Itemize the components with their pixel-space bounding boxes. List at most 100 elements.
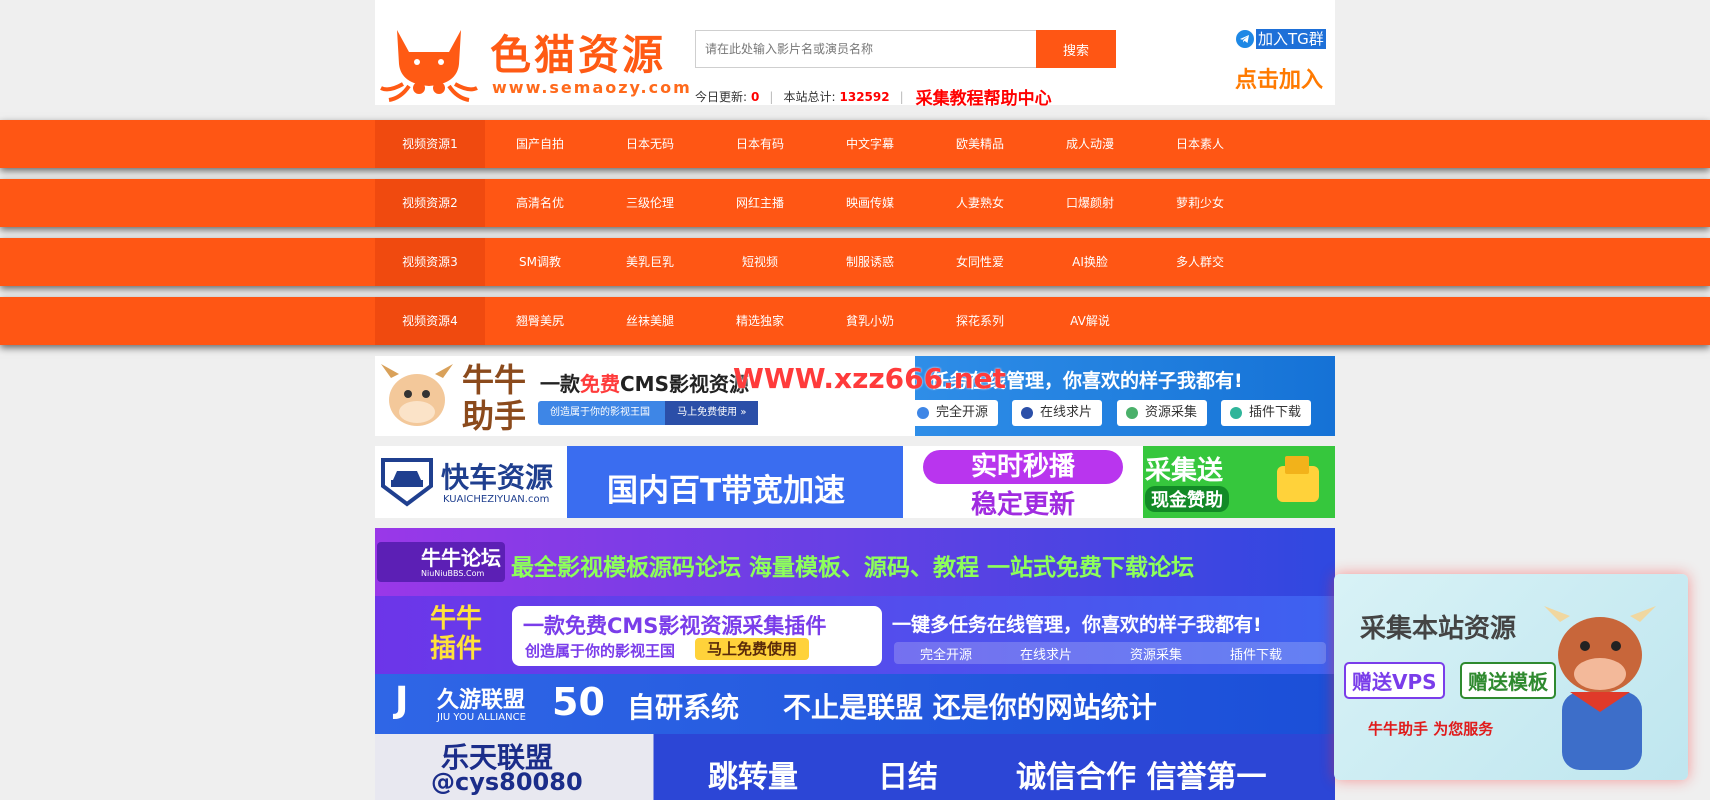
- divider: |: [899, 89, 904, 104]
- banner6-item-2: 日结: [878, 760, 938, 795]
- banner3-brand-en: NiuNiuBBS.Com: [421, 569, 485, 578]
- cat-logo-icon: [380, 30, 478, 102]
- nav-item[interactable]: 丝袜美腿: [595, 297, 705, 345]
- nav-item[interactable]: 萝莉少女: [1145, 179, 1255, 227]
- header: 色猫资源 www.semaozy.com 搜索 今日更新: 0 | 本站总计: …: [375, 0, 1335, 109]
- nav-row-3: 视频资源3 SM调教 美乳巨乳 短视频 制服诱惑 女同性爱 AI换脸 多人群交: [0, 238, 1710, 286]
- nav-row-2: 视频资源2 高清名优 三级伦理 网红主播 映画传媒 人妻熟女 口爆颜射 萝莉少女: [0, 179, 1710, 227]
- banner-letian[interactable]: 乐天联盟 @cys80080 跳转量 日结 诚信合作 信誉第一: [375, 734, 1335, 800]
- nav-item[interactable]: 视频资源2: [375, 179, 485, 227]
- nav-item[interactable]: 美乳巨乳: [595, 238, 705, 286]
- banner4-item-1[interactable]: 完全开源: [920, 644, 972, 663]
- nav-item[interactable]: 短视频: [705, 238, 815, 286]
- nav-item[interactable]: SM调教: [485, 238, 595, 286]
- banner2-right-top: 实时秒播: [923, 450, 1123, 484]
- banner1-title: 一款免费CMS影视资源: [540, 368, 749, 397]
- banner5-brand-en: JIU YOU ALLIANCE: [437, 712, 526, 723]
- nav-item[interactable]: 制服诱惑: [815, 238, 925, 286]
- nav-item[interactable]: 日本有码: [705, 120, 815, 168]
- site-stats: 今日更新: 0 | 本站总计: 132592 | 采集教程帮助中心: [695, 84, 1052, 109]
- banner5-brand: 久游联盟: [437, 688, 526, 713]
- banner1-title-b: 免费: [580, 372, 620, 396]
- banner1-subtitle: 创造属于你的影视王国 马上免费使用 »: [538, 401, 759, 425]
- nav-row-4-items: 视频资源4 翘臀美尻 丝袜美腿 精选独家 貧乳小奶 探花系列 AV解说: [375, 297, 1335, 345]
- nav-item[interactable]: 翘臀美尻: [485, 297, 595, 345]
- banner-kuaiche[interactable]: 快车资源 KUAICHEZIYUAN.com 国内百T带宽加速 实时秒播 稳定更…: [375, 446, 1335, 518]
- banner4-right-title: 一键多任务在线管理，你喜欢的样子我都有!: [892, 614, 1262, 636]
- banner4-sub: 创造属于你的影视王国: [525, 642, 676, 660]
- banner-niuniu-plugin[interactable]: 牛牛插件 一款免费CMS影视资源采集插件 创造属于你的影视王国 马上免费使用 一…: [375, 596, 1335, 674]
- search-input[interactable]: [695, 30, 1036, 68]
- nav-item[interactable]: 网红主播: [705, 179, 815, 227]
- banner1-pill-4-label: 插件下载: [1249, 405, 1302, 420]
- banner6-item-3: 诚信合作 信誉第一: [1016, 760, 1267, 795]
- banner1-pill-4[interactable]: 插件下载: [1221, 400, 1312, 426]
- nav-item[interactable]: 多人群交: [1145, 238, 1255, 286]
- logo-text: 色猫资源: [490, 31, 666, 79]
- float-ad-footer: 牛牛助手 为您服务: [1368, 720, 1494, 738]
- banner2-far-bottom: 现金赞助: [1145, 486, 1229, 512]
- tg-group-link[interactable]: 加入TG群: [1236, 29, 1326, 49]
- banner-niuniu-forum[interactable]: 牛牛论坛 NiuNiuBBS.Com 最全影视模板源码论坛 海量模板、源码、教程…: [375, 528, 1335, 596]
- banner5-title2: 不止是联盟 还是你的网站统计: [783, 691, 1157, 724]
- nav-item[interactable]: 口爆颜射: [1035, 179, 1145, 227]
- help-center-link[interactable]: 采集教程帮助中心: [916, 84, 1052, 109]
- nav-item[interactable]: 成人动漫: [1035, 120, 1145, 168]
- nav-row-2-items: 视频资源2 高清名优 三级伦理 网红主播 映画传媒 人妻熟女 口爆颜射 萝莉少女: [375, 179, 1335, 227]
- nav-item[interactable]: 三级伦理: [595, 179, 705, 227]
- nav-item[interactable]: 国产自拍: [485, 120, 595, 168]
- divider: |: [769, 89, 774, 104]
- banner5-num: 50: [552, 680, 605, 724]
- tg-group-label: 加入TG群: [1256, 29, 1326, 49]
- nav-item[interactable]: 映画传媒: [815, 179, 925, 227]
- banner1-sub-button[interactable]: 马上免费使用 »: [665, 401, 759, 425]
- nav-item[interactable]: 欧美精品: [925, 120, 1035, 168]
- float-ad-tag-vps: 赠送VPS: [1344, 662, 1445, 699]
- nav-row-4: 视频资源4 翘臀美尻 丝袜美腿 精选独家 貧乳小奶 探花系列 AV解说: [0, 297, 1710, 345]
- today-label: 今日更新:: [695, 90, 748, 104]
- total-value: 132592: [839, 89, 890, 104]
- logo-url: www.semaozy.com: [492, 78, 692, 97]
- nav-item[interactable]: 高清名优: [485, 179, 595, 227]
- banner4-item-3[interactable]: 资源采集: [1130, 644, 1182, 663]
- nav-item[interactable]: 女同性爱: [925, 238, 1035, 286]
- watermark-text: WWW.xzz666.net: [733, 362, 1007, 395]
- banner4-button[interactable]: 马上免费使用: [695, 638, 810, 660]
- banner5-logo: J: [395, 680, 409, 721]
- cow-mascot-icon: [1544, 606, 1656, 770]
- banner2-brand: 快车资源: [441, 461, 554, 494]
- banner1-sub-left: 创造属于你的影视王国: [550, 407, 650, 418]
- join-link[interactable]: 点击加入: [1235, 62, 1323, 94]
- search-button[interactable]: 搜索: [1036, 30, 1116, 68]
- banner1-pill-2[interactable]: 在线求片: [1012, 400, 1103, 426]
- cow-mascot-icon: [381, 364, 453, 426]
- nav-item[interactable]: 视频资源4: [375, 297, 485, 345]
- nav-item[interactable]: 日本素人: [1145, 120, 1255, 168]
- globe-icon: [1021, 407, 1033, 419]
- nav-item[interactable]: 精选独家: [705, 297, 815, 345]
- banner1-pill-3[interactable]: 资源采集: [1117, 400, 1208, 426]
- nav-item[interactable]: 视频资源1: [375, 120, 485, 168]
- banner3-brand: 牛牛论坛: [421, 546, 501, 570]
- banner4-brand: 牛牛插件: [430, 604, 483, 664]
- nav-item[interactable]: AV解说: [1035, 297, 1145, 345]
- banner4-item-4[interactable]: 插件下载: [1230, 644, 1282, 663]
- nav-row-1-items: 视频资源1 国产自拍 日本无码 日本有码 中文字幕 欧美精品 成人动漫 日本素人: [375, 120, 1335, 168]
- site-logo[interactable]: 色猫资源 www.semaozy.com: [379, 22, 690, 102]
- banner4-item-2[interactable]: 在线求片: [1020, 644, 1072, 663]
- banner-jiuyou[interactable]: J 久游联盟 JIU YOU ALLIANCE 50 自研系统 不止是联盟 还是…: [375, 674, 1335, 734]
- opensource-icon: [917, 407, 929, 419]
- nav-item[interactable]: AI换脸: [1035, 238, 1145, 286]
- nav-item[interactable]: 视频资源3: [375, 238, 485, 286]
- nav-item[interactable]: 中文字幕: [815, 120, 925, 168]
- nav-item[interactable]: 日本无码: [595, 120, 705, 168]
- nav-item[interactable]: 貧乳小奶: [815, 297, 925, 345]
- banner1-pill-1[interactable]: 完全开源: [908, 400, 999, 426]
- float-ad-title: 采集本站资源: [1360, 614, 1517, 644]
- nav-item[interactable]: 人妻熟女: [925, 179, 1035, 227]
- nav-item[interactable]: 探花系列: [925, 297, 1035, 345]
- banner6-handle: @cys80080: [431, 768, 583, 796]
- car-icon: [381, 458, 433, 507]
- banner1-title-c: CMS影视资源: [620, 372, 749, 396]
- floating-ad[interactable]: 采集本站资源 赠送VPS 赠送模板 牛牛助手 为您服务: [1334, 574, 1688, 780]
